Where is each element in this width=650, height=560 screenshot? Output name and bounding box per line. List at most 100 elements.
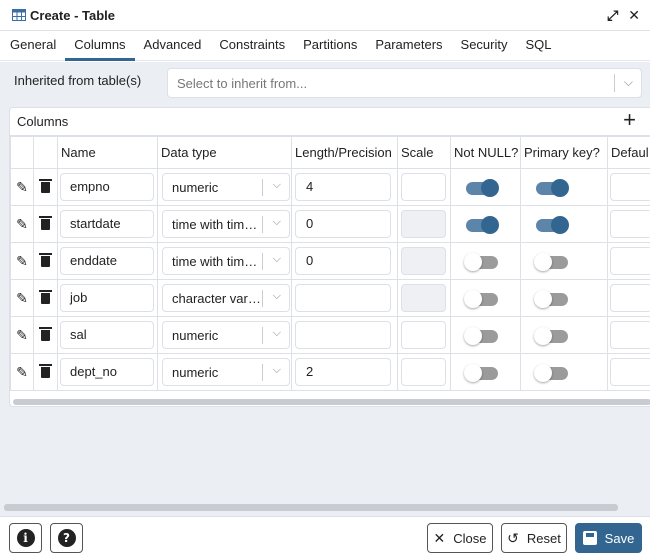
pencil-icon[interactable]: ✎ bbox=[16, 327, 28, 344]
length-input[interactable]: 4 bbox=[295, 173, 391, 201]
scale-input[interactable] bbox=[401, 321, 446, 349]
edit-cell: ✎ bbox=[10, 205, 34, 243]
column-name-input[interactable]: dept_no bbox=[60, 358, 154, 386]
save-button[interactable]: Save bbox=[575, 523, 642, 553]
pencil-icon[interactable]: ✎ bbox=[16, 364, 28, 381]
not-null-toggle[interactable] bbox=[464, 325, 500, 345]
length-input[interactable]: 0 bbox=[295, 210, 391, 238]
default-input[interactable] bbox=[610, 173, 650, 201]
primary-key-toggle[interactable] bbox=[534, 288, 570, 308]
pencil-icon[interactable]: ✎ bbox=[16, 290, 28, 307]
column-name-input[interactable]: enddate bbox=[60, 247, 154, 275]
primary-key-toggle[interactable] bbox=[534, 325, 570, 345]
not-null-toggle[interactable] bbox=[464, 288, 500, 308]
add-column-icon[interactable]: + bbox=[623, 109, 636, 131]
length-input[interactable] bbox=[295, 321, 391, 349]
length-input[interactable]: 0 bbox=[295, 247, 391, 275]
chevron-down-icon[interactable]: ⌵ bbox=[273, 364, 281, 377]
primary-key-toggle[interactable] bbox=[534, 251, 570, 271]
not-null-toggle[interactable] bbox=[464, 251, 500, 271]
primary-key-toggle[interactable] bbox=[534, 214, 570, 234]
data-type-value: numeric bbox=[172, 365, 219, 380]
trash-icon[interactable] bbox=[39, 290, 52, 304]
trash-icon[interactable] bbox=[39, 253, 52, 267]
save-icon bbox=[582, 531, 597, 545]
chevron-down-icon[interactable]: ⌵ bbox=[273, 327, 281, 340]
chevron-down-icon[interactable]: ⌵ bbox=[273, 253, 281, 266]
data-type-value: numeric bbox=[172, 180, 219, 195]
chevron-down-icon[interactable]: ⌵ bbox=[273, 179, 281, 192]
help-button[interactable]: ? bbox=[50, 523, 83, 553]
select-separator bbox=[262, 364, 263, 381]
primary-key-toggle[interactable] bbox=[534, 362, 570, 382]
close-button[interactable]: ✕ Close bbox=[427, 523, 493, 553]
select-separator bbox=[262, 327, 263, 344]
trash-icon[interactable] bbox=[39, 216, 52, 230]
primary-key-toggle[interactable] bbox=[534, 177, 570, 197]
trash-icon[interactable] bbox=[39, 179, 52, 193]
chevron-down-icon[interactable]: ⌵ bbox=[624, 75, 633, 90]
default-input[interactable] bbox=[610, 321, 650, 349]
table-horizontal-scrollbar[interactable] bbox=[13, 399, 650, 405]
default-cell bbox=[607, 205, 650, 243]
data-type-select[interactable]: numeric ⌵ bbox=[162, 358, 290, 386]
primary-key-cell bbox=[520, 242, 608, 280]
close-icon[interactable]: ✕ bbox=[628, 7, 640, 23]
table-header-row: Name Data type Length/Precision Scale No… bbox=[10, 136, 650, 169]
scale-cell bbox=[397, 205, 451, 243]
not-null-toggle[interactable] bbox=[464, 214, 500, 234]
default-input[interactable] bbox=[610, 210, 650, 238]
info-button[interactable]: i bbox=[9, 523, 42, 553]
delete-cell bbox=[33, 279, 58, 317]
tab-general[interactable]: General bbox=[1, 31, 65, 61]
tab-parameters[interactable]: Parameters bbox=[366, 31, 451, 61]
data-type-select[interactable]: numeric ⌵ bbox=[162, 321, 290, 349]
pencil-icon[interactable]: ✎ bbox=[16, 179, 28, 196]
inherit-select[interactable]: Select to inherit from... ⌵ bbox=[167, 68, 642, 98]
not-null-toggle[interactable] bbox=[464, 362, 500, 382]
length-cell bbox=[291, 316, 398, 354]
column-name-input[interactable]: startdate bbox=[60, 210, 154, 238]
chevron-down-icon[interactable]: ⌵ bbox=[273, 290, 281, 303]
chevron-down-icon[interactable]: ⌵ bbox=[273, 216, 281, 229]
scale-input[interactable] bbox=[401, 358, 446, 386]
scale-input bbox=[401, 284, 446, 312]
trash-icon[interactable] bbox=[39, 364, 52, 378]
tab-partitions[interactable]: Partitions bbox=[294, 31, 366, 61]
dialog-footer: i ? ✕ Close ↺ Reset Save bbox=[0, 516, 650, 560]
default-input[interactable] bbox=[610, 358, 650, 386]
table-row: ✎ dept_no numeric ⌵ 2 bbox=[10, 353, 650, 391]
length-input[interactable] bbox=[295, 284, 391, 312]
tab-constraints[interactable]: Constraints bbox=[210, 31, 294, 61]
column-name-input[interactable]: sal bbox=[60, 321, 154, 349]
primary-key-cell bbox=[520, 205, 608, 243]
tab-columns[interactable]: Columns bbox=[65, 31, 135, 61]
column-name-input[interactable]: empno bbox=[60, 173, 154, 201]
pencil-icon[interactable]: ✎ bbox=[16, 253, 28, 270]
data-type-select[interactable]: time with time ... ⌵ bbox=[162, 247, 290, 275]
length-input[interactable]: 2 bbox=[295, 358, 391, 386]
default-input[interactable] bbox=[610, 284, 650, 312]
pencil-icon[interactable]: ✎ bbox=[16, 216, 28, 233]
data-type-select[interactable]: numeric ⌵ bbox=[162, 173, 290, 201]
dialog-horizontal-scrollbar[interactable] bbox=[4, 504, 618, 511]
info-icon: i bbox=[16, 529, 35, 547]
default-input[interactable] bbox=[610, 247, 650, 275]
not-null-cell bbox=[450, 242, 521, 280]
data-type-value: time with time ... bbox=[172, 217, 264, 232]
reset-button[interactable]: ↺ Reset bbox=[501, 523, 567, 553]
not-null-toggle[interactable] bbox=[464, 177, 500, 197]
data-type-select[interactable]: time with time ... ⌵ bbox=[162, 210, 290, 238]
scale-input[interactable] bbox=[401, 173, 446, 201]
tab-sql[interactable]: SQL bbox=[517, 31, 561, 61]
tab-advanced[interactable]: Advanced bbox=[135, 31, 211, 61]
primary-key-cell bbox=[520, 353, 608, 391]
header-name: Name bbox=[57, 136, 158, 169]
expand-icon[interactable]: ⤢ bbox=[607, 7, 618, 23]
tab-security[interactable]: Security bbox=[452, 31, 517, 61]
data-type-select[interactable]: character varyi... ⌵ bbox=[162, 284, 290, 312]
header-default: Defaul bbox=[607, 136, 650, 169]
trash-icon[interactable] bbox=[39, 327, 52, 341]
header-edit bbox=[10, 136, 34, 169]
column-name-input[interactable]: job bbox=[60, 284, 154, 312]
